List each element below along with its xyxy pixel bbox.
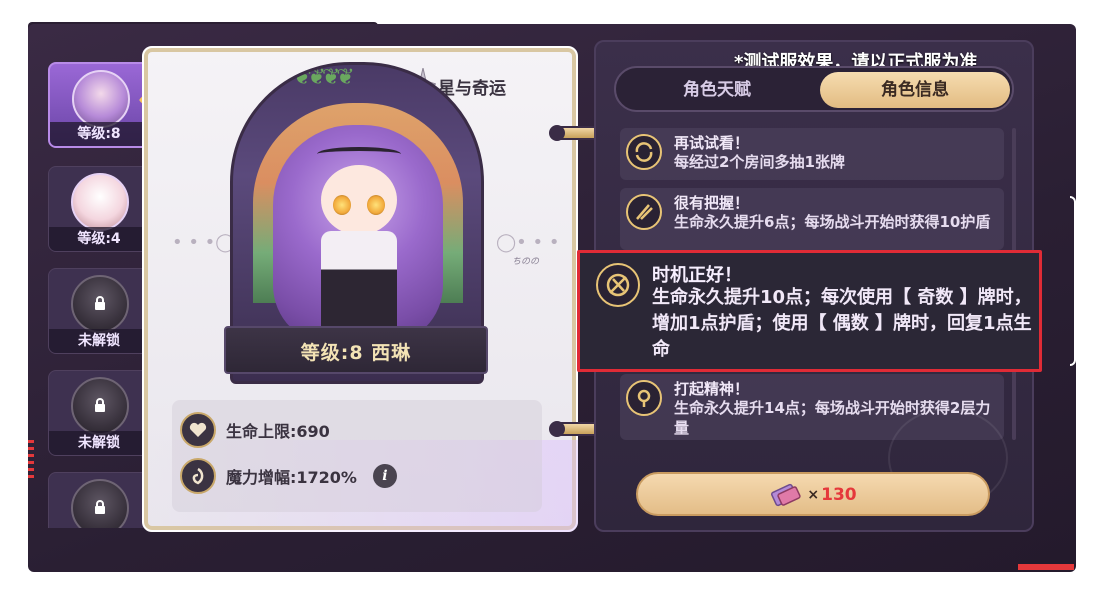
artist-signature: ちのの	[512, 257, 540, 267]
character-card-locked-1[interactable]: 未解锁	[48, 268, 150, 354]
magic-stat-row: 魔力增幅:1720% i	[180, 458, 397, 494]
talent-description: 生命永久提升6点；每场战斗开始时获得10护盾	[674, 213, 991, 231]
set-title: 星与奇运	[438, 79, 506, 99]
character-card-locked-3[interactable]	[48, 472, 150, 528]
hp-stat-text: 生命上限:690	[226, 422, 330, 441]
tab-bar: 角色天赋 角色信息	[614, 66, 1014, 112]
avatar	[72, 70, 130, 128]
character-level-label: 等级:4	[49, 227, 149, 251]
character-body	[321, 231, 397, 341]
cost-content: × 130	[638, 482, 988, 508]
lock-icon	[95, 296, 105, 310]
talent-item[interactable]: 再试试看！ 每经过2个房间多抽1张牌	[620, 128, 1004, 180]
clock-blades-icon	[596, 263, 640, 307]
spark-icon	[626, 380, 662, 416]
tab-info[interactable]: 角色信息	[820, 72, 1010, 108]
upgrade-cost-button[interactable]: × 130	[636, 472, 990, 516]
lock-icon	[95, 398, 105, 412]
bottom-accent-line	[1018, 564, 1074, 570]
character-level-label: 等级:8	[50, 122, 148, 146]
right-edge-bracket	[1070, 196, 1076, 366]
talent-title: 打起精神！	[674, 380, 750, 398]
character-sidebar: 等级:8 等级:4 未解锁 未解锁	[40, 58, 156, 528]
character-eye	[333, 195, 351, 215]
vine-decoration: ❦❦❦❦	[293, 65, 355, 90]
magic-stat-text: 魔力增幅:1720%	[226, 468, 357, 487]
cost-multiplier: ×	[807, 487, 820, 503]
talent-item[interactable]: 很有把握！ 生命永久提升6点；每场战斗开始时获得10护盾	[620, 188, 1004, 250]
cycle-card-icon	[626, 134, 662, 170]
character-lock-label: 未解锁	[49, 329, 149, 353]
lock-icon	[95, 500, 105, 514]
level-name-bar: 等级:8 西琳	[224, 326, 488, 374]
level-name-text: 等级:8 西琳	[300, 342, 412, 364]
ornament-left-icon: • • •◯	[172, 232, 236, 253]
hp-stat-row: 生命上限:690	[180, 412, 330, 448]
character-lock-label: 未解锁	[49, 431, 149, 455]
character-eye	[367, 195, 385, 215]
character-card-2[interactable]: 等级:4	[48, 166, 150, 252]
stats-box: 生命上限:690 魔力增幅:1720% i	[172, 400, 542, 512]
side-stripes	[28, 440, 34, 480]
tab-talent[interactable]: 角色天赋	[622, 72, 812, 108]
avatar	[71, 173, 129, 231]
cost-value: 130	[821, 485, 857, 505]
talent-title: 很有把握！	[674, 194, 750, 212]
character-card-locked-2[interactable]: 未解锁	[48, 370, 150, 456]
ticket-icon	[771, 483, 802, 507]
talent-title: 再试试看！	[674, 134, 750, 152]
talent-description: 生命永久提升10点；每次使用【 奇数 】牌时，增加1点护盾；使用【 偶数 】牌时…	[652, 287, 1032, 360]
talent-title: 时机正好！	[652, 265, 742, 286]
ornament-right-icon: ◯• • •	[496, 232, 560, 253]
character-card-xilin[interactable]: 等级:8	[48, 62, 150, 148]
talent-item-highlighted[interactable]: 时机正好！ 生命永久提升10点；每次使用【 奇数 】牌时，增加1点护盾；使用【 …	[577, 250, 1042, 372]
character-face	[321, 165, 397, 235]
blades-icon	[626, 194, 662, 230]
info-icon[interactable]: i	[372, 464, 397, 488]
character-headband	[317, 147, 401, 161]
talent-description: 每经过2个房间多抽1张牌	[674, 153, 845, 171]
magic-swirl-icon	[180, 458, 216, 494]
heart-icon	[180, 412, 216, 448]
